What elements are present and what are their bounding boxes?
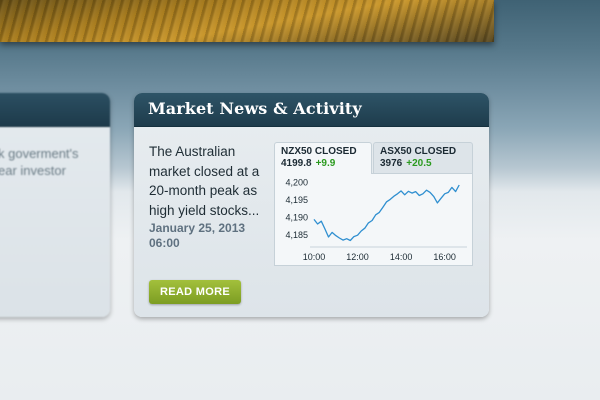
news-article-date: January 25, 2013 06:00 xyxy=(149,221,269,251)
previous-card: k goverment's ear investor xyxy=(0,93,110,317)
hero-image xyxy=(0,0,494,42)
price-line-chart: 4,185 4,190 4,195 4,200 10:00 12:00 14:00 16:00 xyxy=(285,178,467,262)
previous-card-header xyxy=(0,93,110,127)
card-title: Market News & Activity xyxy=(148,99,362,118)
previous-card-snippet: k goverment's ear investor xyxy=(0,145,110,179)
tab-asx50-name: ASX50 CLOSED xyxy=(380,146,457,157)
x-tick-label: 14:00 xyxy=(390,252,413,262)
news-date-line: January 25, 2013 xyxy=(149,221,246,235)
read-more-button[interactable]: READ MORE xyxy=(149,280,241,304)
tab-nzx50[interactable]: NZX50 CLOSED 4199.8 +9.9 xyxy=(274,142,372,174)
tab-nzx50-change: +9.9 xyxy=(315,158,336,169)
x-tick-label: 16:00 xyxy=(433,252,456,262)
tab-asx50[interactable]: ASX50 CLOSED 3976 +20.5 xyxy=(373,142,473,174)
price-series-line xyxy=(313,184,460,242)
x-tick-label: 12:00 xyxy=(346,252,369,262)
tab-asx50-change: +20.5 xyxy=(406,158,432,169)
previous-card-snippet-line: k goverment's xyxy=(0,146,79,161)
tab-nzx50-value: 4199.8 xyxy=(281,158,312,169)
market-chart-widget: NZX50 CLOSED 4199.8 +9.9 ASX50 CLOSED 397… xyxy=(274,142,474,266)
market-news-card: Market News & Activity The Australian ma… xyxy=(134,93,489,317)
news-article-text[interactable]: The Australian market closed at a 20-mon… xyxy=(149,142,267,220)
previous-card-snippet-line: ear investor xyxy=(0,163,66,178)
tab-nzx50-name: NZX50 CLOSED xyxy=(281,146,357,157)
news-time-line: 06:00 xyxy=(149,236,180,250)
tab-asx50-value: 3976 xyxy=(380,158,403,169)
y-tick-label: 4,200 xyxy=(285,178,308,188)
y-tick-label: 4,190 xyxy=(285,213,308,223)
y-tick-label: 4,185 xyxy=(285,230,308,240)
x-tick-label: 10:00 xyxy=(303,252,326,262)
y-tick-label: 4,195 xyxy=(285,195,308,205)
